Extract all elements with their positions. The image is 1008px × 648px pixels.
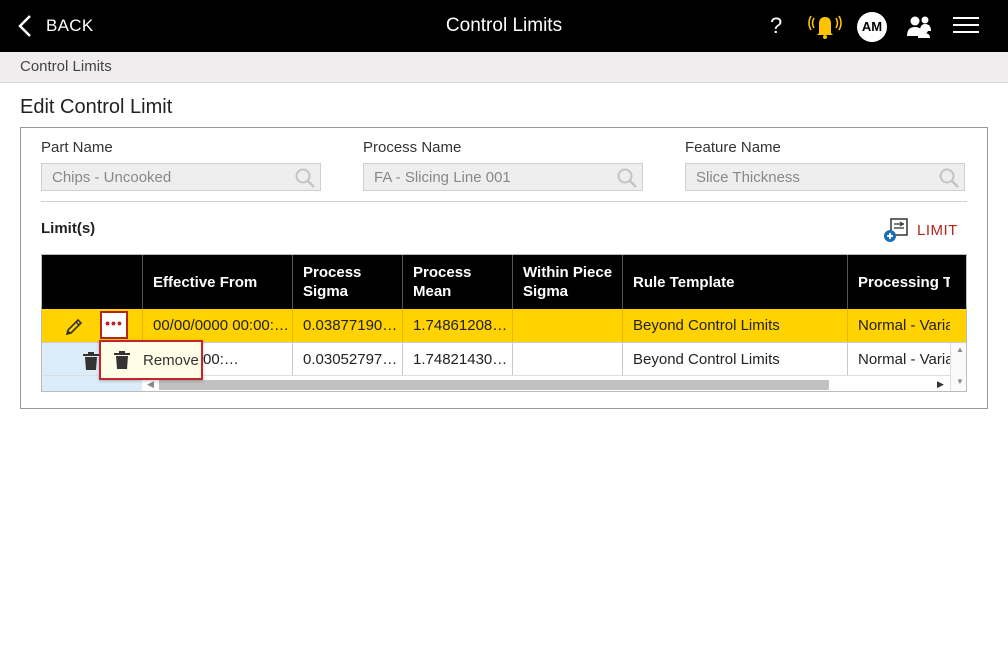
column-header-process-mean[interactable]: Process Mean bbox=[402, 255, 512, 309]
column-header-effective-from[interactable]: Effective From bbox=[142, 255, 292, 309]
process-name-value: FA - Slicing Line 001 bbox=[374, 169, 511, 186]
breadcrumb: Control Limits bbox=[0, 52, 1008, 83]
page-title: Edit Control Limit bbox=[20, 96, 173, 118]
column-header-process-sigma[interactable]: Process Sigma bbox=[292, 255, 402, 309]
add-limit-button[interactable]: LIMIT bbox=[883, 216, 958, 244]
process-name-label: Process Name bbox=[363, 139, 462, 156]
add-limit-icon bbox=[884, 218, 908, 242]
column-header-rule-template[interactable]: Rule Template bbox=[622, 255, 847, 309]
cell-processing-template: Normal - Varia bbox=[847, 309, 950, 342]
part-name-field[interactable]: Chips - Uncooked bbox=[41, 163, 321, 191]
cell-processing-template: Normal - Variab bbox=[847, 343, 950, 376]
feature-name-value: Slice Thickness bbox=[696, 169, 800, 186]
cell-within-piece-sigma bbox=[512, 309, 622, 342]
hamburger-menu-icon[interactable] bbox=[953, 17, 979, 35]
scroll-down-arrow-icon[interactable]: ▼ bbox=[956, 377, 964, 386]
pencil-icon[interactable] bbox=[64, 317, 84, 337]
scroll-left-arrow-icon[interactable]: ◀ bbox=[147, 379, 154, 390]
column-header-within-piece-sigma[interactable]: Within Piece Sigma bbox=[512, 255, 622, 309]
cell-rule-template: Beyond Control Limits bbox=[622, 309, 847, 342]
trash-icon bbox=[114, 351, 130, 369]
user-avatar[interactable]: AM bbox=[857, 12, 887, 42]
help-button[interactable]: ? bbox=[770, 13, 782, 39]
part-name-label: Part Name bbox=[41, 139, 113, 156]
cell-process-mean: 1.74821430… bbox=[402, 343, 512, 376]
table-row[interactable]: ••• 00/00/0000 00:00:… 0.03877190… 1.748… bbox=[42, 309, 966, 342]
row-actions: ••• bbox=[42, 309, 142, 342]
search-icon[interactable] bbox=[938, 167, 960, 189]
scroll-up-arrow-icon[interactable]: ▲ bbox=[956, 345, 964, 354]
scrollbar-thumb[interactable] bbox=[159, 380, 829, 390]
vertical-scrollbar[interactable]: ▲ ▼ bbox=[950, 343, 966, 391]
cell-rule-template: Beyond Control Limits bbox=[622, 343, 847, 376]
remove-label: Remove bbox=[143, 351, 199, 369]
remove-menu-item[interactable]: Remove bbox=[99, 340, 203, 380]
cell-process-sigma: 0.03877190… bbox=[292, 309, 402, 342]
search-icon[interactable] bbox=[616, 167, 638, 189]
cell-effective-from: 00/00/0000 00:00:… bbox=[142, 309, 292, 342]
cell-within-piece-sigma bbox=[512, 343, 622, 376]
chevron-left-icon bbox=[18, 15, 31, 37]
limits-section-label: Limit(s) bbox=[41, 220, 96, 237]
process-name-field[interactable]: FA - Slicing Line 001 bbox=[363, 163, 643, 191]
cell-process-mean: 1.74861208… bbox=[402, 309, 512, 342]
users-icon[interactable] bbox=[905, 14, 933, 38]
alarm-bell-icon[interactable] bbox=[808, 12, 842, 40]
table-header: Effective From Process Sigma Process Mean … bbox=[42, 255, 966, 309]
breadcrumb-item-control-limits[interactable]: Control Limits bbox=[20, 58, 112, 75]
divider bbox=[41, 201, 967, 202]
back-button[interactable]: BACK bbox=[18, 12, 94, 40]
trash-icon[interactable] bbox=[82, 351, 100, 371]
scroll-right-arrow-icon[interactable]: ▶ bbox=[937, 379, 944, 390]
top-bar: BACK Control Limits ? AM bbox=[0, 0, 1008, 52]
cell-process-sigma: 0.03052797… bbox=[292, 343, 402, 376]
part-name-value: Chips - Uncooked bbox=[52, 169, 172, 186]
back-label: BACK bbox=[46, 16, 94, 35]
feature-name-label: Feature Name bbox=[685, 139, 781, 156]
add-limit-label: LIMIT bbox=[917, 221, 958, 239]
column-header-processing-template[interactable]: Processing Ter bbox=[847, 255, 950, 309]
more-options-button[interactable]: ••• bbox=[100, 311, 128, 339]
search-icon[interactable] bbox=[294, 167, 316, 189]
feature-name-field[interactable]: Slice Thickness bbox=[685, 163, 965, 191]
